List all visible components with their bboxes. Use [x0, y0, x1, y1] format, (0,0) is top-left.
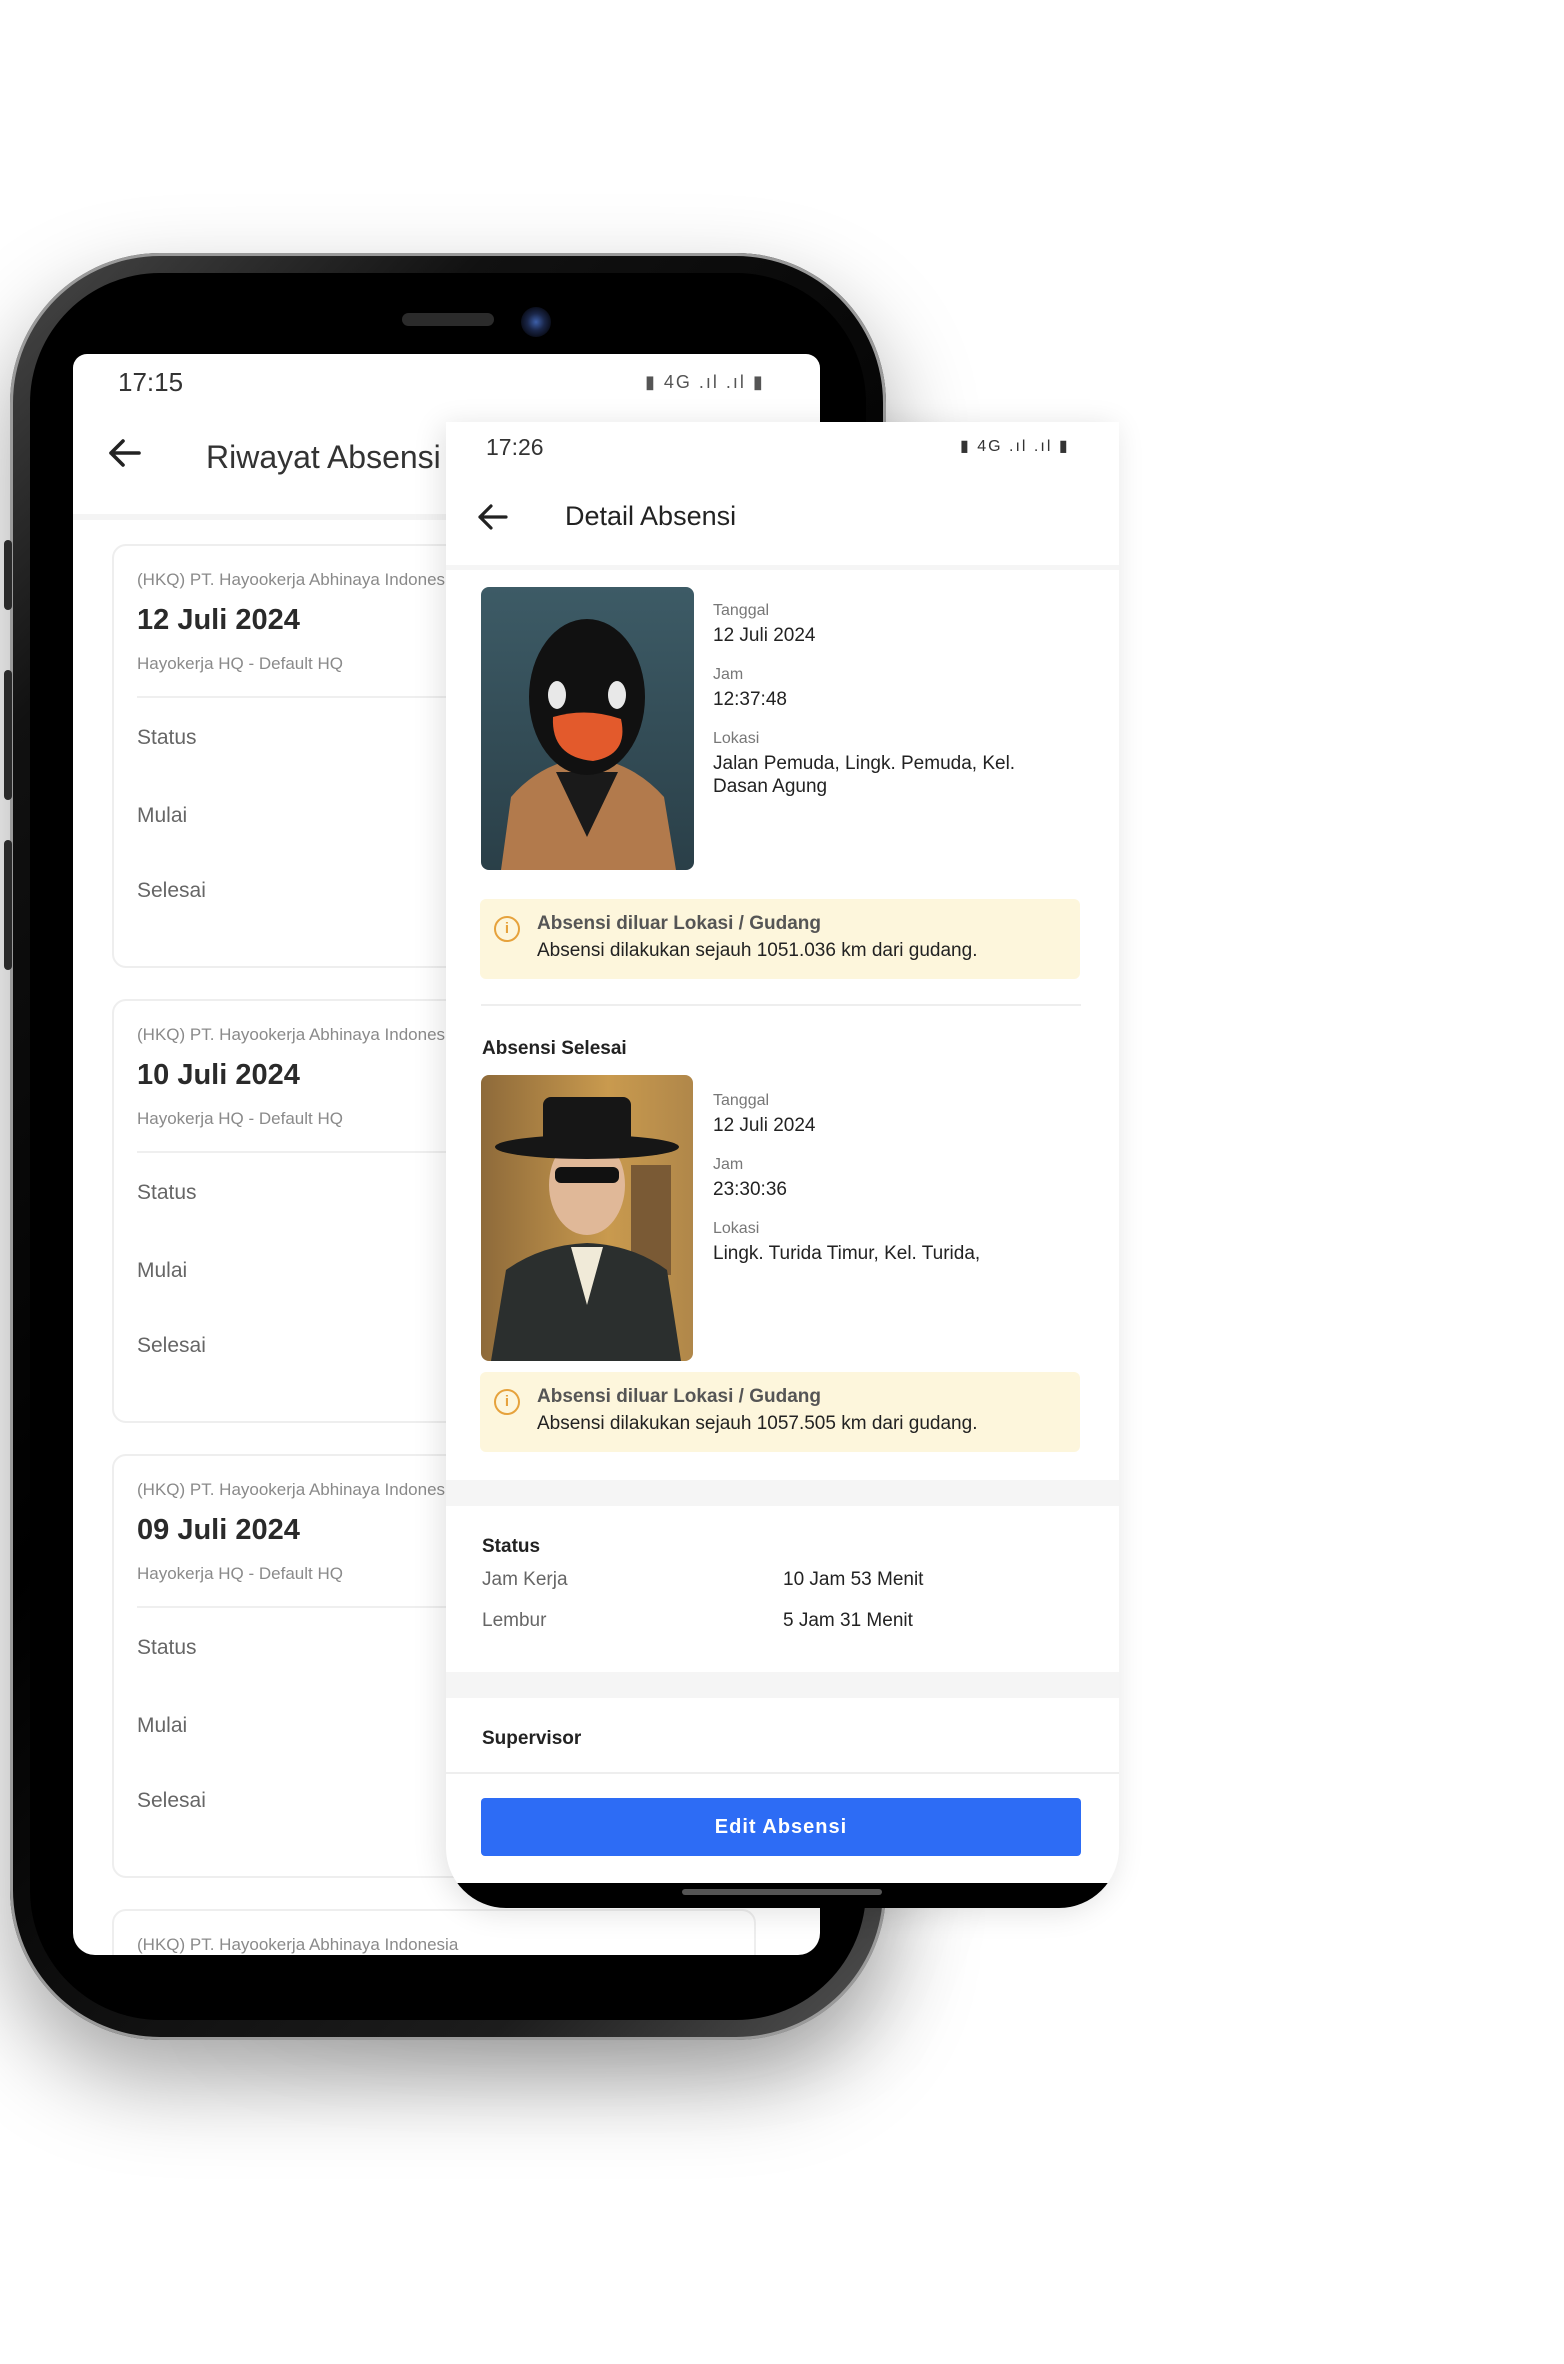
card-status-label: Status [137, 1181, 197, 1204]
back-arrow-icon[interactable] [476, 500, 510, 534]
time-value: 23:30:36 [713, 1179, 787, 1200]
status-bar-icons: ▮ 4G .ıl .ıl ▮ [960, 438, 1070, 455]
phone-volume-down [4, 840, 12, 970]
work-hours-value: 10 Jam 53 Menit [783, 1569, 924, 1590]
date-value: 12 Juli 2024 [713, 625, 816, 646]
card-end-label: Selesai [137, 879, 206, 902]
date-value: 12 Juli 2024 [713, 1115, 816, 1136]
warning-text: Absensi dilakukan sejauh 1051.036 km dar… [537, 940, 978, 961]
status-bar-time: 17:26 [486, 434, 544, 460]
card-location: Hayokerja HQ - Default HQ [137, 1109, 343, 1128]
card-start-label: Mulai [137, 1714, 188, 1737]
card-company: (HKQ) PT. Hayookerja Abhinaya Indonesia [137, 1935, 459, 1954]
work-hours-label: Jam Kerja [482, 1569, 568, 1590]
back-arrow-icon[interactable] [105, 433, 145, 473]
phone-camera [521, 307, 551, 337]
overtime-value: 5 Jam 31 Menit [783, 1610, 913, 1631]
status-title: Status [482, 1536, 541, 1557]
phone-side-button [4, 540, 12, 610]
card-date: 12 Juli 2024 [137, 604, 300, 636]
location-warning: i Absensi diluar Lokasi / Gudang Absensi… [480, 1372, 1080, 1452]
page-title: Detail Absensi [565, 501, 737, 531]
location-value: Lingk. Turida Timur, Kel. Turida, [713, 1243, 981, 1264]
time-value: 12:37:48 [713, 689, 787, 710]
section-title: Absensi Selesai [482, 1038, 627, 1059]
date-label: Tanggal [713, 602, 770, 619]
attendance-card[interactable]: (HKQ) PT. Hayookerja Abhinaya Indonesia [112, 1909, 756, 1955]
card-location: Hayokerja HQ - Default HQ [137, 1564, 343, 1583]
card-date: 09 Juli 2024 [137, 1514, 300, 1546]
home-indicator[interactable] [682, 1889, 882, 1895]
info-icon: i [494, 1389, 520, 1415]
card-start-label: Mulai [137, 1259, 188, 1282]
info-icon: i [494, 916, 520, 942]
card-end-label: Selesai [137, 1789, 206, 1812]
card-company: (HKQ) PT. Hayookerja Abhinaya Indonesia [137, 570, 459, 589]
card-date: 10 Juli 2024 [137, 1059, 300, 1091]
section-spacer [446, 1672, 1119, 1698]
card-end-label: Selesai [137, 1334, 206, 1357]
card-status-label: Status [137, 726, 197, 749]
warning-title: Absensi diluar Lokasi / Gudang [537, 1386, 821, 1407]
detail-absensi-screen: 17:26 ▮ 4G .ıl .ıl ▮ Detail Absensi Tang… [446, 422, 1119, 1908]
check-in-photo [481, 587, 694, 870]
page-title: Riwayat Absensi [206, 439, 441, 475]
section-divider [481, 1004, 1081, 1006]
check-out-photo [481, 1075, 693, 1361]
warning-text: Absensi dilakukan sejauh 1057.505 km dar… [537, 1413, 978, 1434]
supervisor-title: Supervisor [482, 1728, 582, 1749]
status-bar-time: 17:15 [118, 367, 184, 397]
time-label: Jam [713, 1156, 744, 1173]
date-label: Tanggal [713, 1092, 770, 1109]
warning-title: Absensi diluar Lokasi / Gudang [537, 913, 821, 934]
location-label: Lokasi [713, 1220, 760, 1237]
card-status-label: Status [137, 1636, 197, 1659]
section-spacer [446, 1480, 1119, 1506]
phone-bottom-bezel [446, 1883, 1119, 1908]
edit-attendance-button[interactable]: Edit Absensi [481, 1798, 1081, 1856]
overtime-label: Lembur [482, 1610, 547, 1631]
location-label: Lokasi [713, 730, 760, 747]
phone-volume-up [4, 670, 12, 800]
header-divider [446, 565, 1119, 570]
status-bar-icons: ▮ 4G .ıl .ıl ▮ [645, 372, 765, 392]
time-label: Jam [713, 666, 744, 683]
location-warning: i Absensi diluar Lokasi / Gudang Absensi… [480, 899, 1080, 979]
phone-speaker [402, 313, 494, 326]
card-location: Hayokerja HQ - Default HQ [137, 654, 343, 673]
card-company: (HKQ) PT. Hayookerja Abhinaya Indonesia [137, 1025, 459, 1044]
location-value: Jalan Pemuda, Lingk. Pemuda, Kel. Dasan … [713, 753, 1016, 797]
card-company: (HKQ) PT. Hayookerja Abhinaya Indonesia [137, 1480, 459, 1499]
section-divider [446, 1772, 1119, 1774]
card-start-label: Mulai [137, 804, 188, 827]
